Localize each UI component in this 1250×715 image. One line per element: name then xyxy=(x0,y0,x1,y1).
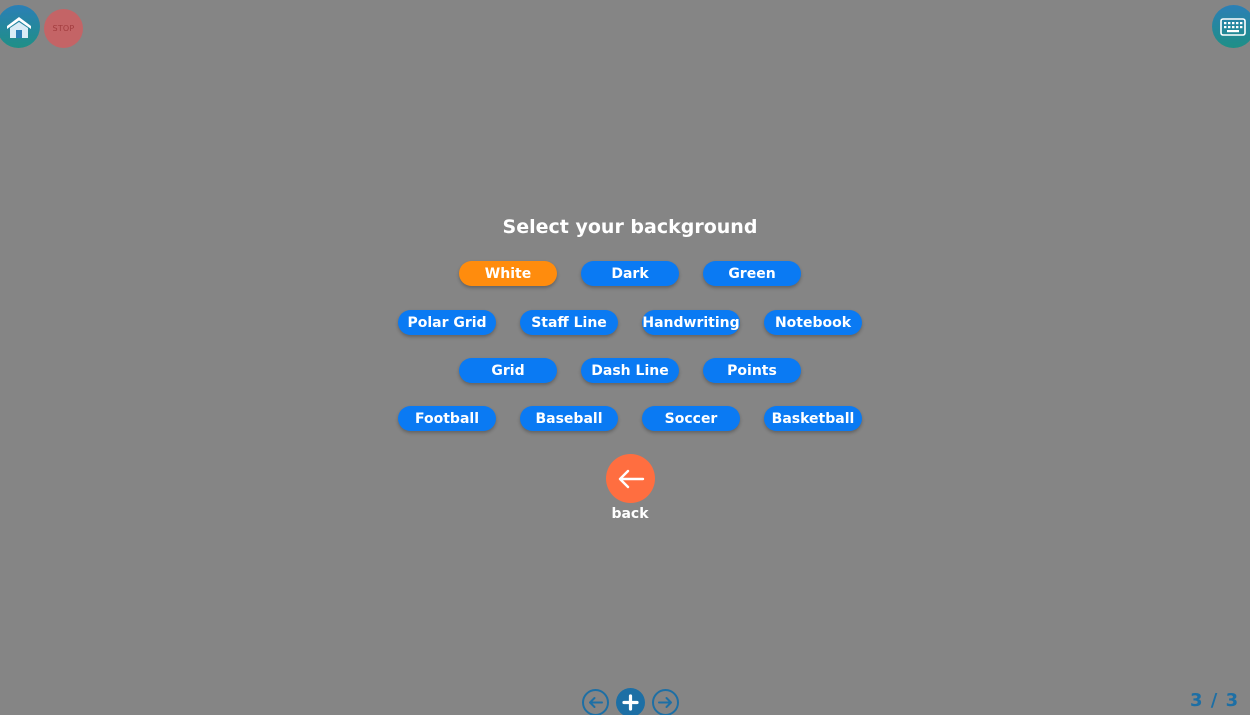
add-page-button[interactable] xyxy=(616,688,645,715)
option-basketball[interactable]: Basketball xyxy=(764,406,862,431)
option-notebook[interactable]: Notebook xyxy=(764,310,862,335)
app-root: STOP Select your background White Dark G… xyxy=(0,0,1250,715)
option-points[interactable]: Points xyxy=(703,358,801,383)
option-dark[interactable]: Dark xyxy=(581,261,679,286)
page-counter: 3 / 3 xyxy=(1190,690,1240,711)
next-page-button[interactable] xyxy=(652,689,679,715)
back-label: back xyxy=(611,506,649,522)
stop-button[interactable]: STOP xyxy=(44,9,83,48)
previous-page-button[interactable] xyxy=(582,689,609,715)
back-button[interactable] xyxy=(606,454,655,503)
arrow-left-icon xyxy=(618,469,644,488)
option-white[interactable]: White xyxy=(459,261,557,286)
option-dash-line[interactable]: Dash Line xyxy=(581,358,679,383)
dialog-title: Select your background xyxy=(502,216,758,238)
option-soccer[interactable]: Soccer xyxy=(642,406,740,431)
option-football[interactable]: Football xyxy=(398,406,496,431)
home-icon xyxy=(6,16,31,38)
plus-icon xyxy=(622,694,639,711)
option-grid[interactable]: Grid xyxy=(459,358,557,383)
option-staff-line[interactable]: Staff Line xyxy=(520,310,618,335)
arrow-left-icon xyxy=(589,697,603,708)
stop-label: STOP xyxy=(52,24,75,33)
option-polar-grid[interactable]: Polar Grid xyxy=(398,310,496,335)
keyboard-button[interactable] xyxy=(1212,5,1250,48)
keyboard-icon xyxy=(1220,17,1246,36)
option-baseball[interactable]: Baseball xyxy=(520,406,618,431)
option-green[interactable]: Green xyxy=(703,261,801,286)
arrow-right-icon xyxy=(658,697,672,708)
home-button[interactable] xyxy=(0,5,40,48)
option-handwriting[interactable]: Handwriting xyxy=(642,310,740,335)
